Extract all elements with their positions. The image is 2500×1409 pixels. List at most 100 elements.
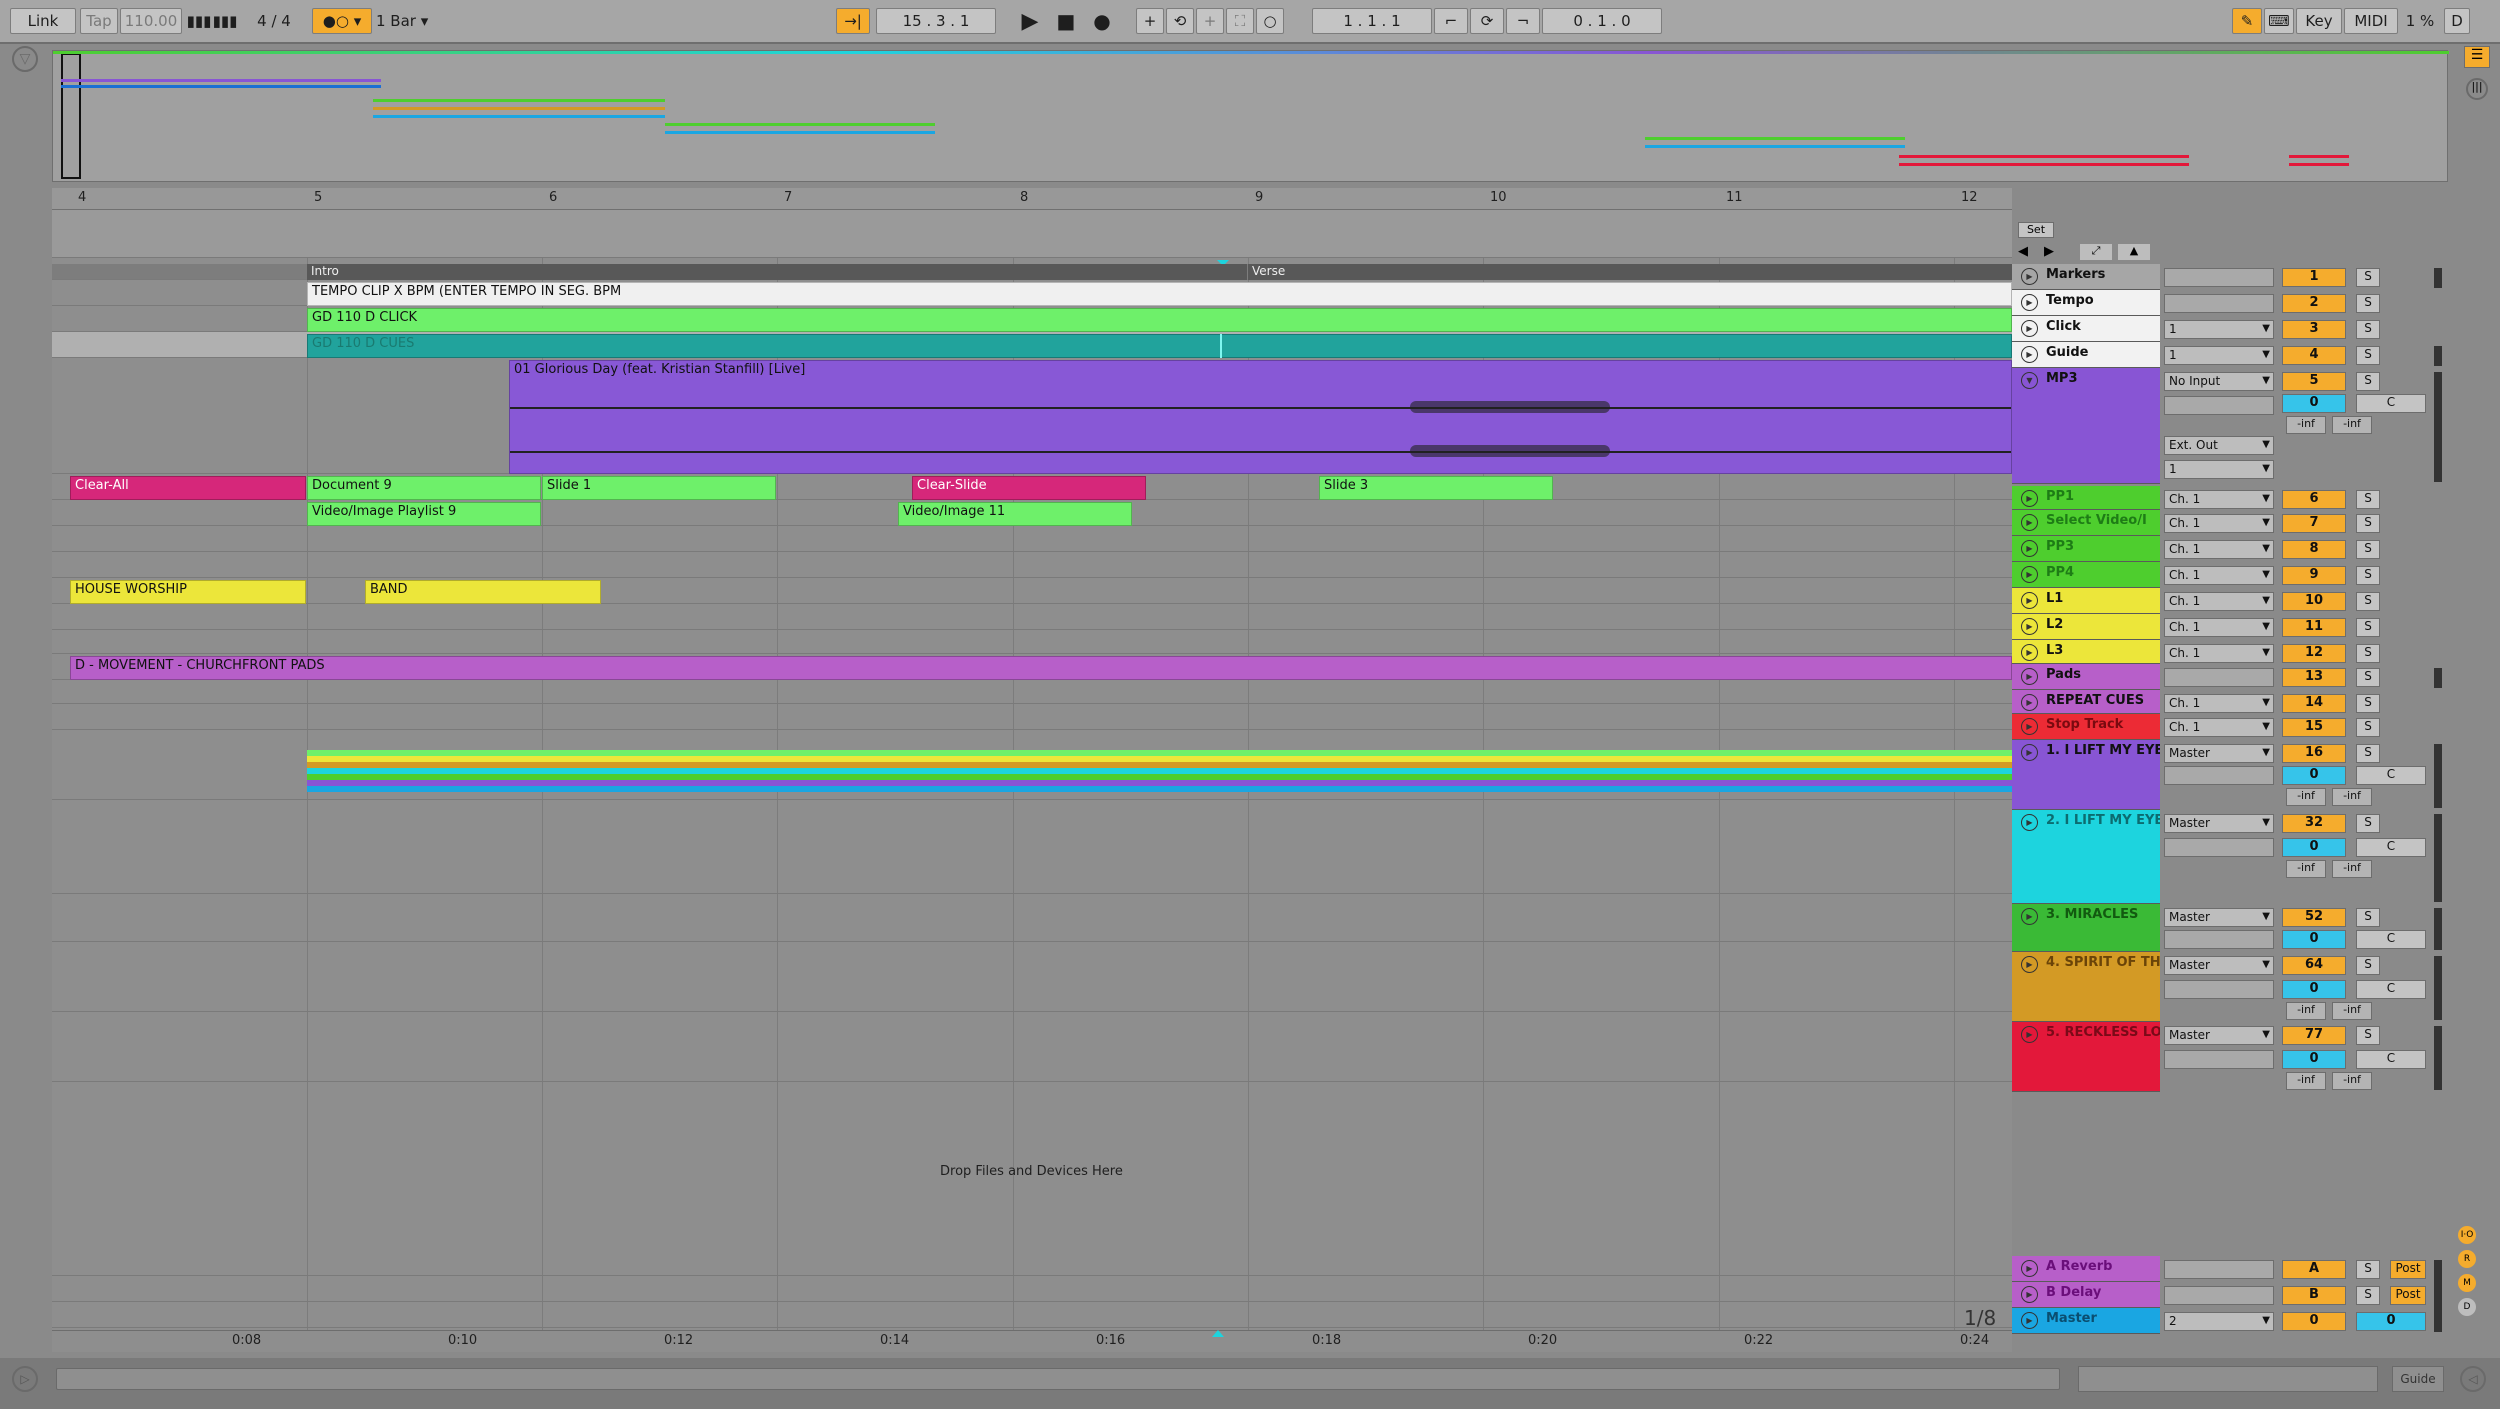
nudge-up-icon[interactable]: ▮▮▮ bbox=[213, 8, 238, 34]
beat-time-ruler[interactable]: 4 5 6 7 8 9 10 11 12 bbox=[52, 188, 2012, 210]
follow-button[interactable]: →| bbox=[836, 8, 870, 34]
track-activator[interactable]: 4 bbox=[2282, 346, 2346, 365]
time-signature-field[interactable]: 4 / 4 bbox=[244, 8, 304, 34]
solo-button[interactable]: S bbox=[2356, 540, 2380, 559]
automation-arm-icon[interactable]: ⟲ bbox=[1166, 8, 1194, 34]
pan-control[interactable]: C bbox=[2356, 766, 2426, 785]
solo-button[interactable]: S bbox=[2356, 566, 2380, 585]
solo-button[interactable]: S bbox=[2356, 1026, 2380, 1045]
track-pp4[interactable]: ▶ PP4 bbox=[2012, 562, 2160, 588]
overview-view-box[interactable] bbox=[61, 53, 81, 179]
track-activator[interactable]: 9 bbox=[2282, 566, 2346, 585]
overdub-icon[interactable]: + bbox=[1136, 8, 1164, 34]
clip-slide-3[interactable]: Slide 3 bbox=[1319, 476, 1553, 500]
return-track-a[interactable]: ▶ A Reverb bbox=[2012, 1256, 2160, 1282]
track-song-5[interactable]: ▶ 5. RECKLESS LO bbox=[2012, 1022, 2160, 1092]
track-l3[interactable]: ▶ L3 bbox=[2012, 640, 2160, 664]
quantize-menu[interactable]: 1 Bar ▾ bbox=[376, 8, 442, 34]
io-markers[interactable] bbox=[2164, 268, 2274, 287]
io-l1[interactable]: Ch. 1 ▼ bbox=[2164, 592, 2274, 611]
mixer-toggle-icon[interactable]: M bbox=[2458, 1274, 2476, 1292]
io-mp3-output-ch[interactable]: 1 ▼ bbox=[2164, 460, 2274, 479]
track-markers[interactable]: ▶ Markers bbox=[2012, 264, 2160, 290]
midi-map-button[interactable]: MIDI bbox=[2344, 8, 2398, 34]
clip-clear-slide[interactable]: Clear-Slide bbox=[912, 476, 1146, 500]
track-mp3[interactable]: ▼ MP3 bbox=[2012, 368, 2160, 484]
track-pp1[interactable]: ▶ PP1 bbox=[2012, 486, 2160, 510]
pan-control[interactable]: C bbox=[2356, 980, 2426, 999]
clip-video-playlist[interactable]: Video/Image Playlist 9 bbox=[307, 502, 541, 526]
track-activator[interactable]: A bbox=[2282, 1260, 2346, 1279]
io-stop[interactable]: Ch. 1 ▼ bbox=[2164, 718, 2274, 737]
stop-icon[interactable]: ■ bbox=[1048, 8, 1084, 34]
return-track-b[interactable]: ▶ B Delay bbox=[2012, 1282, 2160, 1308]
next-locator-icon[interactable]: ▶ bbox=[2044, 244, 2060, 260]
punch-in-icon[interactable]: ⌐ bbox=[1434, 8, 1468, 34]
track-l2[interactable]: ▶ L2 bbox=[2012, 614, 2160, 640]
computer-keyboard-icon[interactable]: ⌨ bbox=[2264, 8, 2294, 34]
track-activator[interactable]: 12 bbox=[2282, 644, 2346, 663]
locator-intro[interactable]: Intro bbox=[307, 264, 1247, 280]
solo-button[interactable]: S bbox=[2356, 294, 2380, 313]
volume-field[interactable]: 0 bbox=[2282, 838, 2346, 857]
clip-guide[interactable]: GD 110 D CUES bbox=[307, 334, 2012, 358]
solo-button[interactable]: S bbox=[2356, 644, 2380, 663]
play-icon[interactable]: ▶ bbox=[2021, 744, 2038, 761]
play-icon[interactable]: ▶ bbox=[2021, 1312, 2038, 1329]
play-icon[interactable]: ▶ bbox=[2021, 268, 2038, 285]
previous-locator-icon[interactable]: ◀ bbox=[2018, 244, 2034, 260]
track-activator[interactable]: 1 bbox=[2282, 268, 2346, 287]
track-guide[interactable]: ▶ Guide bbox=[2012, 342, 2160, 368]
track-activator[interactable]: 10 bbox=[2282, 592, 2346, 611]
session-record-icon[interactable]: ○ bbox=[1256, 8, 1284, 34]
io-pads[interactable] bbox=[2164, 668, 2274, 687]
track-activator[interactable]: 15 bbox=[2282, 718, 2346, 737]
track-song-1[interactable]: ▶ 1. I LIFT MY EYE bbox=[2012, 740, 2160, 810]
track-stop[interactable]: ▶ Stop Track bbox=[2012, 714, 2160, 740]
fold-icon[interactable]: ▼ bbox=[2021, 372, 2038, 389]
io-song-2[interactable]: Master ▼ bbox=[2164, 814, 2274, 833]
io-tempo[interactable] bbox=[2164, 294, 2274, 313]
clip-video-image[interactable]: Video/Image 11 bbox=[898, 502, 1132, 526]
delay-toggle-icon[interactable]: D bbox=[2458, 1298, 2476, 1316]
play-icon[interactable]: ▶ bbox=[1012, 8, 1048, 34]
track-tempo[interactable]: ▶ Tempo bbox=[2012, 290, 2160, 316]
arrangement-view[interactable]: Intro Verse TEMPO CLIP X BPM (ENTER TEMP… bbox=[52, 210, 2012, 1330]
io-song-3-sub[interactable] bbox=[2164, 930, 2274, 949]
solo-button[interactable]: S bbox=[2356, 668, 2380, 687]
io-song-4-sub[interactable] bbox=[2164, 980, 2274, 999]
io-song-1[interactable]: Master ▼ bbox=[2164, 744, 2274, 763]
play-icon[interactable]: ▶ bbox=[2021, 956, 2038, 973]
re-enable-automation-icon[interactable]: + bbox=[1196, 8, 1224, 34]
fold-tracks-icon[interactable]: ⤢ bbox=[2080, 244, 2112, 260]
track-song-4[interactable]: ▶ 4. SPIRIT OF TH bbox=[2012, 952, 2160, 1022]
io-mp3-output[interactable]: Ext. Out ▼ bbox=[2164, 436, 2274, 455]
track-select-video[interactable]: ▶ Select Video/I bbox=[2012, 510, 2160, 536]
menu-icon[interactable]: ☰ bbox=[2464, 46, 2490, 68]
io-song-4[interactable]: Master ▼ bbox=[2164, 956, 2274, 975]
track-activator[interactable]: B bbox=[2282, 1286, 2346, 1305]
solo-button[interactable]: S bbox=[2356, 268, 2380, 287]
io-song-1-sub[interactable] bbox=[2164, 766, 2274, 785]
play-icon[interactable]: ▶ bbox=[2021, 718, 2038, 735]
metronome-button[interactable]: ●○ ▾ bbox=[312, 8, 372, 34]
track-click[interactable]: ▶ Click bbox=[2012, 316, 2160, 342]
io-click[interactable]: 1 ▼ bbox=[2164, 320, 2274, 339]
play-icon[interactable]: ▶ bbox=[2021, 592, 2038, 609]
play-icon[interactable]: ▶ bbox=[2021, 540, 2038, 557]
play-icon[interactable]: ▶ bbox=[2021, 908, 2038, 925]
track-pp3[interactable]: ▶ PP3 bbox=[2012, 536, 2160, 562]
lock-icon[interactable]: ▲ bbox=[2118, 244, 2150, 260]
solo-button[interactable]: S bbox=[2356, 1260, 2380, 1279]
track-activator[interactable]: 7 bbox=[2282, 514, 2346, 533]
clip-pads[interactable]: D - MOVEMENT - CHURCHFRONT PADS bbox=[70, 656, 2012, 680]
capture-icon[interactable]: ⛶ bbox=[1226, 8, 1254, 34]
track-l1[interactable]: ▶ L1 bbox=[2012, 588, 2160, 614]
io-song-2-sub[interactable] bbox=[2164, 838, 2274, 857]
play-icon[interactable]: ▶ bbox=[2021, 294, 2038, 311]
key-map-button[interactable]: Key bbox=[2296, 8, 2342, 34]
clip-click[interactable]: GD 110 D CLICK bbox=[307, 308, 2012, 332]
returns-toggle-icon[interactable]: R bbox=[2458, 1250, 2476, 1268]
time-ruler[interactable]: 0:08 0:10 0:12 0:14 0:16 0:18 0:20 0:22 … bbox=[52, 1330, 2012, 1352]
track-activator[interactable]: 14 bbox=[2282, 694, 2346, 713]
